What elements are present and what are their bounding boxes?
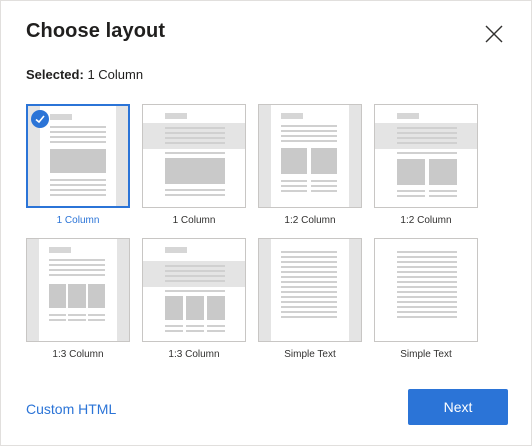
custom-html-link[interactable]: Custom HTML bbox=[26, 401, 116, 417]
layout-tile-1-2-column-band[interactable]: 1:2 Column bbox=[374, 104, 478, 226]
layout-label: 1:2 Column bbox=[400, 215, 452, 226]
layout-thumbnail bbox=[26, 238, 130, 342]
layout-tile-1-column-band[interactable]: 1 Column bbox=[142, 104, 246, 226]
layout-label: Simple Text bbox=[400, 349, 452, 360]
layout-thumbnail bbox=[142, 238, 246, 342]
layout-label: 1 Column bbox=[172, 215, 216, 226]
layout-thumbnail bbox=[258, 238, 362, 342]
choose-layout-dialog: Choose layout Selected: 1 Column 1 Colum… bbox=[0, 0, 532, 446]
layout-tile-1-3-column-sidebar[interactable]: 1:3 Column bbox=[26, 238, 130, 360]
close-icon[interactable] bbox=[481, 21, 507, 47]
layout-tile-simple-text-plain[interactable]: Simple Text bbox=[374, 238, 478, 360]
layout-thumbnail bbox=[374, 104, 478, 208]
layout-label: 1:3 Column bbox=[168, 349, 220, 360]
layout-tile-1-column-sidebar[interactable]: 1 Column bbox=[26, 104, 130, 226]
layout-label: 1 Column bbox=[56, 215, 100, 226]
layout-thumbnail bbox=[142, 104, 246, 208]
layout-label: 1:2 Column bbox=[284, 215, 336, 226]
checkmark-icon bbox=[31, 110, 49, 128]
layout-tile-1-3-column-band[interactable]: 1:3 Column bbox=[142, 238, 246, 360]
selected-value: 1 Column bbox=[87, 67, 144, 82]
layout-thumbnail bbox=[258, 104, 362, 208]
layout-thumbnail bbox=[26, 104, 130, 208]
next-button[interactable]: Next bbox=[408, 389, 508, 425]
layout-label: 1:3 Column bbox=[52, 349, 104, 360]
layout-thumbnail bbox=[374, 238, 478, 342]
selected-label: Selected: bbox=[26, 67, 84, 82]
layout-tile-simple-text-sidebar[interactable]: Simple Text bbox=[258, 238, 362, 360]
layout-tile-1-2-column-sidebar[interactable]: 1:2 Column bbox=[258, 104, 362, 226]
dialog-title: Choose layout bbox=[26, 20, 166, 42]
layout-label: Simple Text bbox=[284, 349, 336, 360]
selected-layout-indicator: Selected: 1 Column bbox=[26, 67, 143, 82]
